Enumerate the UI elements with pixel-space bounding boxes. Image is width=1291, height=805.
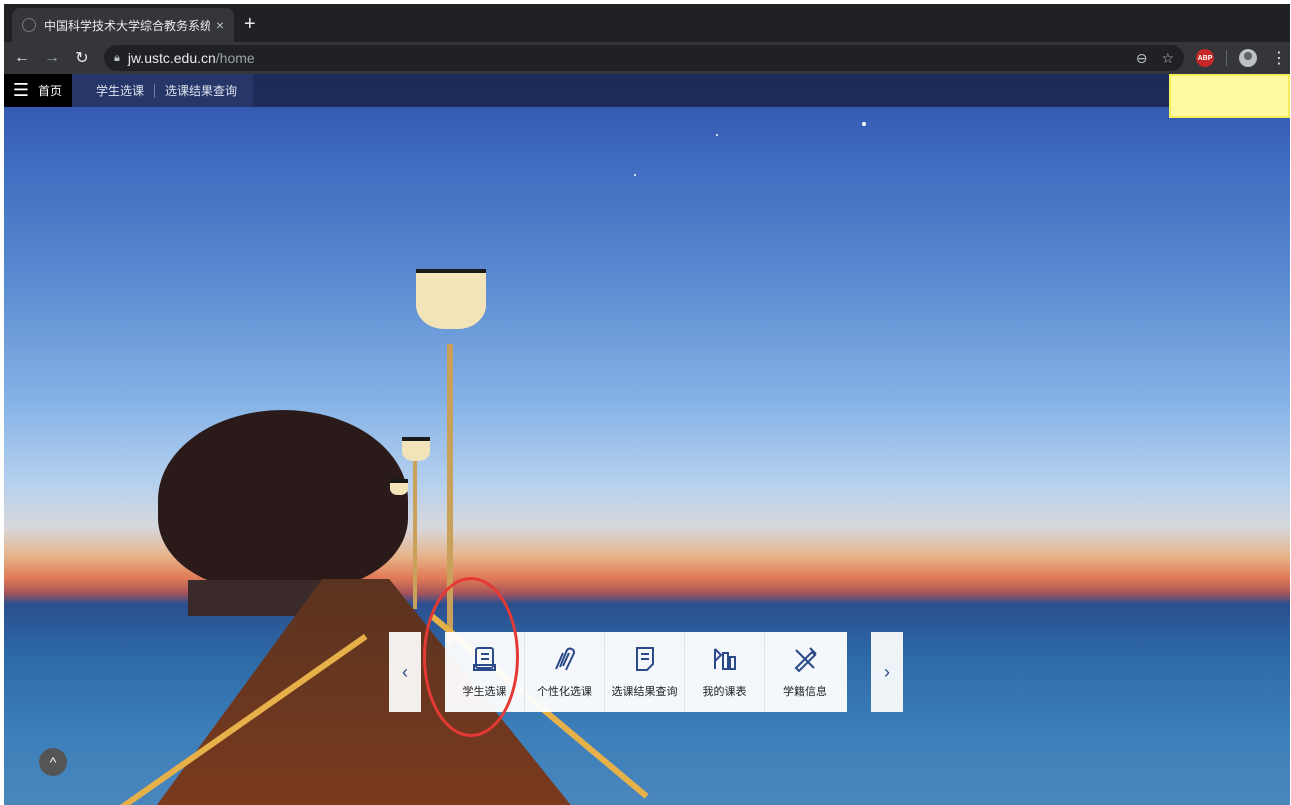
- nav-tab-selection-result[interactable]: 选课结果查询: [155, 74, 247, 107]
- lock-icon: 🔒︎: [114, 51, 120, 64]
- document-icon: [635, 647, 654, 671]
- browser-tabstrip: 中国科学技术大学综合教务系统 × +: [4, 4, 1290, 42]
- dock-item-label: 选课结果查询: [611, 686, 678, 698]
- star-decoration: [634, 174, 636, 176]
- dock-item-selection-result[interactable]: 选课结果查询: [605, 632, 685, 712]
- forward-arrow-icon[interactable]: →: [40, 49, 64, 67]
- reload-icon[interactable]: ↻: [70, 48, 94, 68]
- toolbar-divider: [1226, 50, 1227, 66]
- back-to-top-button[interactable]: ^: [39, 748, 67, 776]
- lamp-head: [416, 269, 486, 329]
- chevron-up-icon: ^: [49, 754, 57, 770]
- tab-title: 中国科学技术大学综合教务系统: [44, 18, 210, 33]
- dock-item-label: 学籍信息: [783, 686, 827, 698]
- address-bar[interactable]: 🔒︎ jw.ustc.edu.cn/home ⊖ ☆: [104, 45, 1184, 71]
- new-tab-button[interactable]: +: [244, 13, 256, 36]
- highlight-annotation: [1169, 74, 1290, 118]
- schedule-icon: [713, 648, 736, 670]
- open-tabs: 学生选课 选课结果查询: [72, 74, 254, 107]
- more-menu-icon[interactable]: ⋮: [1271, 48, 1287, 68]
- dock-item-student-status[interactable]: 学籍信息: [765, 632, 845, 712]
- dock-prev-button[interactable]: ‹: [389, 632, 421, 712]
- lamp-head: [390, 479, 408, 495]
- dock-item-label: 我的课表: [702, 686, 747, 698]
- dock-item-label: 个性化选课: [537, 686, 592, 698]
- browser-tab[interactable]: 中国科学技术大学综合教务系统 ×: [12, 8, 234, 42]
- browser-toolbar: ← → ↻ 🔒︎ jw.ustc.edu.cn/home ⊖ ☆ ABP ⋮: [4, 42, 1290, 74]
- url-host: jw.ustc.edu.cn: [127, 50, 216, 66]
- lamp-post: [413, 459, 417, 609]
- dock-item-personalized-selection[interactable]: 个性化选课: [525, 632, 605, 712]
- close-icon[interactable]: ×: [216, 17, 224, 33]
- nav-tab-student-course-selection[interactable]: 学生选课: [86, 74, 154, 107]
- profile-avatar-icon[interactable]: [1239, 49, 1257, 67]
- url-path: /home: [215, 50, 255, 66]
- dock-next-button[interactable]: ›: [871, 632, 903, 712]
- back-arrow-icon[interactable]: ←: [10, 49, 34, 67]
- hamburger-menu-icon[interactable]: ☰: [4, 74, 38, 107]
- dock-item-my-timetable[interactable]: 我的课表: [685, 632, 765, 712]
- paperclip-icon: [554, 647, 575, 671]
- adblock-extension-icon[interactable]: ABP: [1196, 49, 1214, 67]
- star-decoration: [716, 134, 718, 136]
- lamp-head: [402, 437, 430, 461]
- star-decoration: [862, 122, 866, 126]
- star-icon[interactable]: ☆: [1161, 50, 1174, 67]
- pencil-ruler-icon: [794, 647, 817, 673]
- zoom-icon[interactable]: ⊖: [1136, 50, 1148, 67]
- home-link[interactable]: 首页: [38, 74, 73, 107]
- tree-silhouette: [158, 410, 408, 590]
- page-viewport: ☰ 首页 学生选课 选课结果查询 ‹ 学生选课 个性化选课 选课结果查询 我的课…: [4, 74, 1290, 805]
- site-top-nav: ☰ 首页 学生选课 选课结果查询: [4, 74, 1290, 107]
- annotation-circle: [423, 577, 519, 737]
- globe-icon: [22, 18, 36, 32]
